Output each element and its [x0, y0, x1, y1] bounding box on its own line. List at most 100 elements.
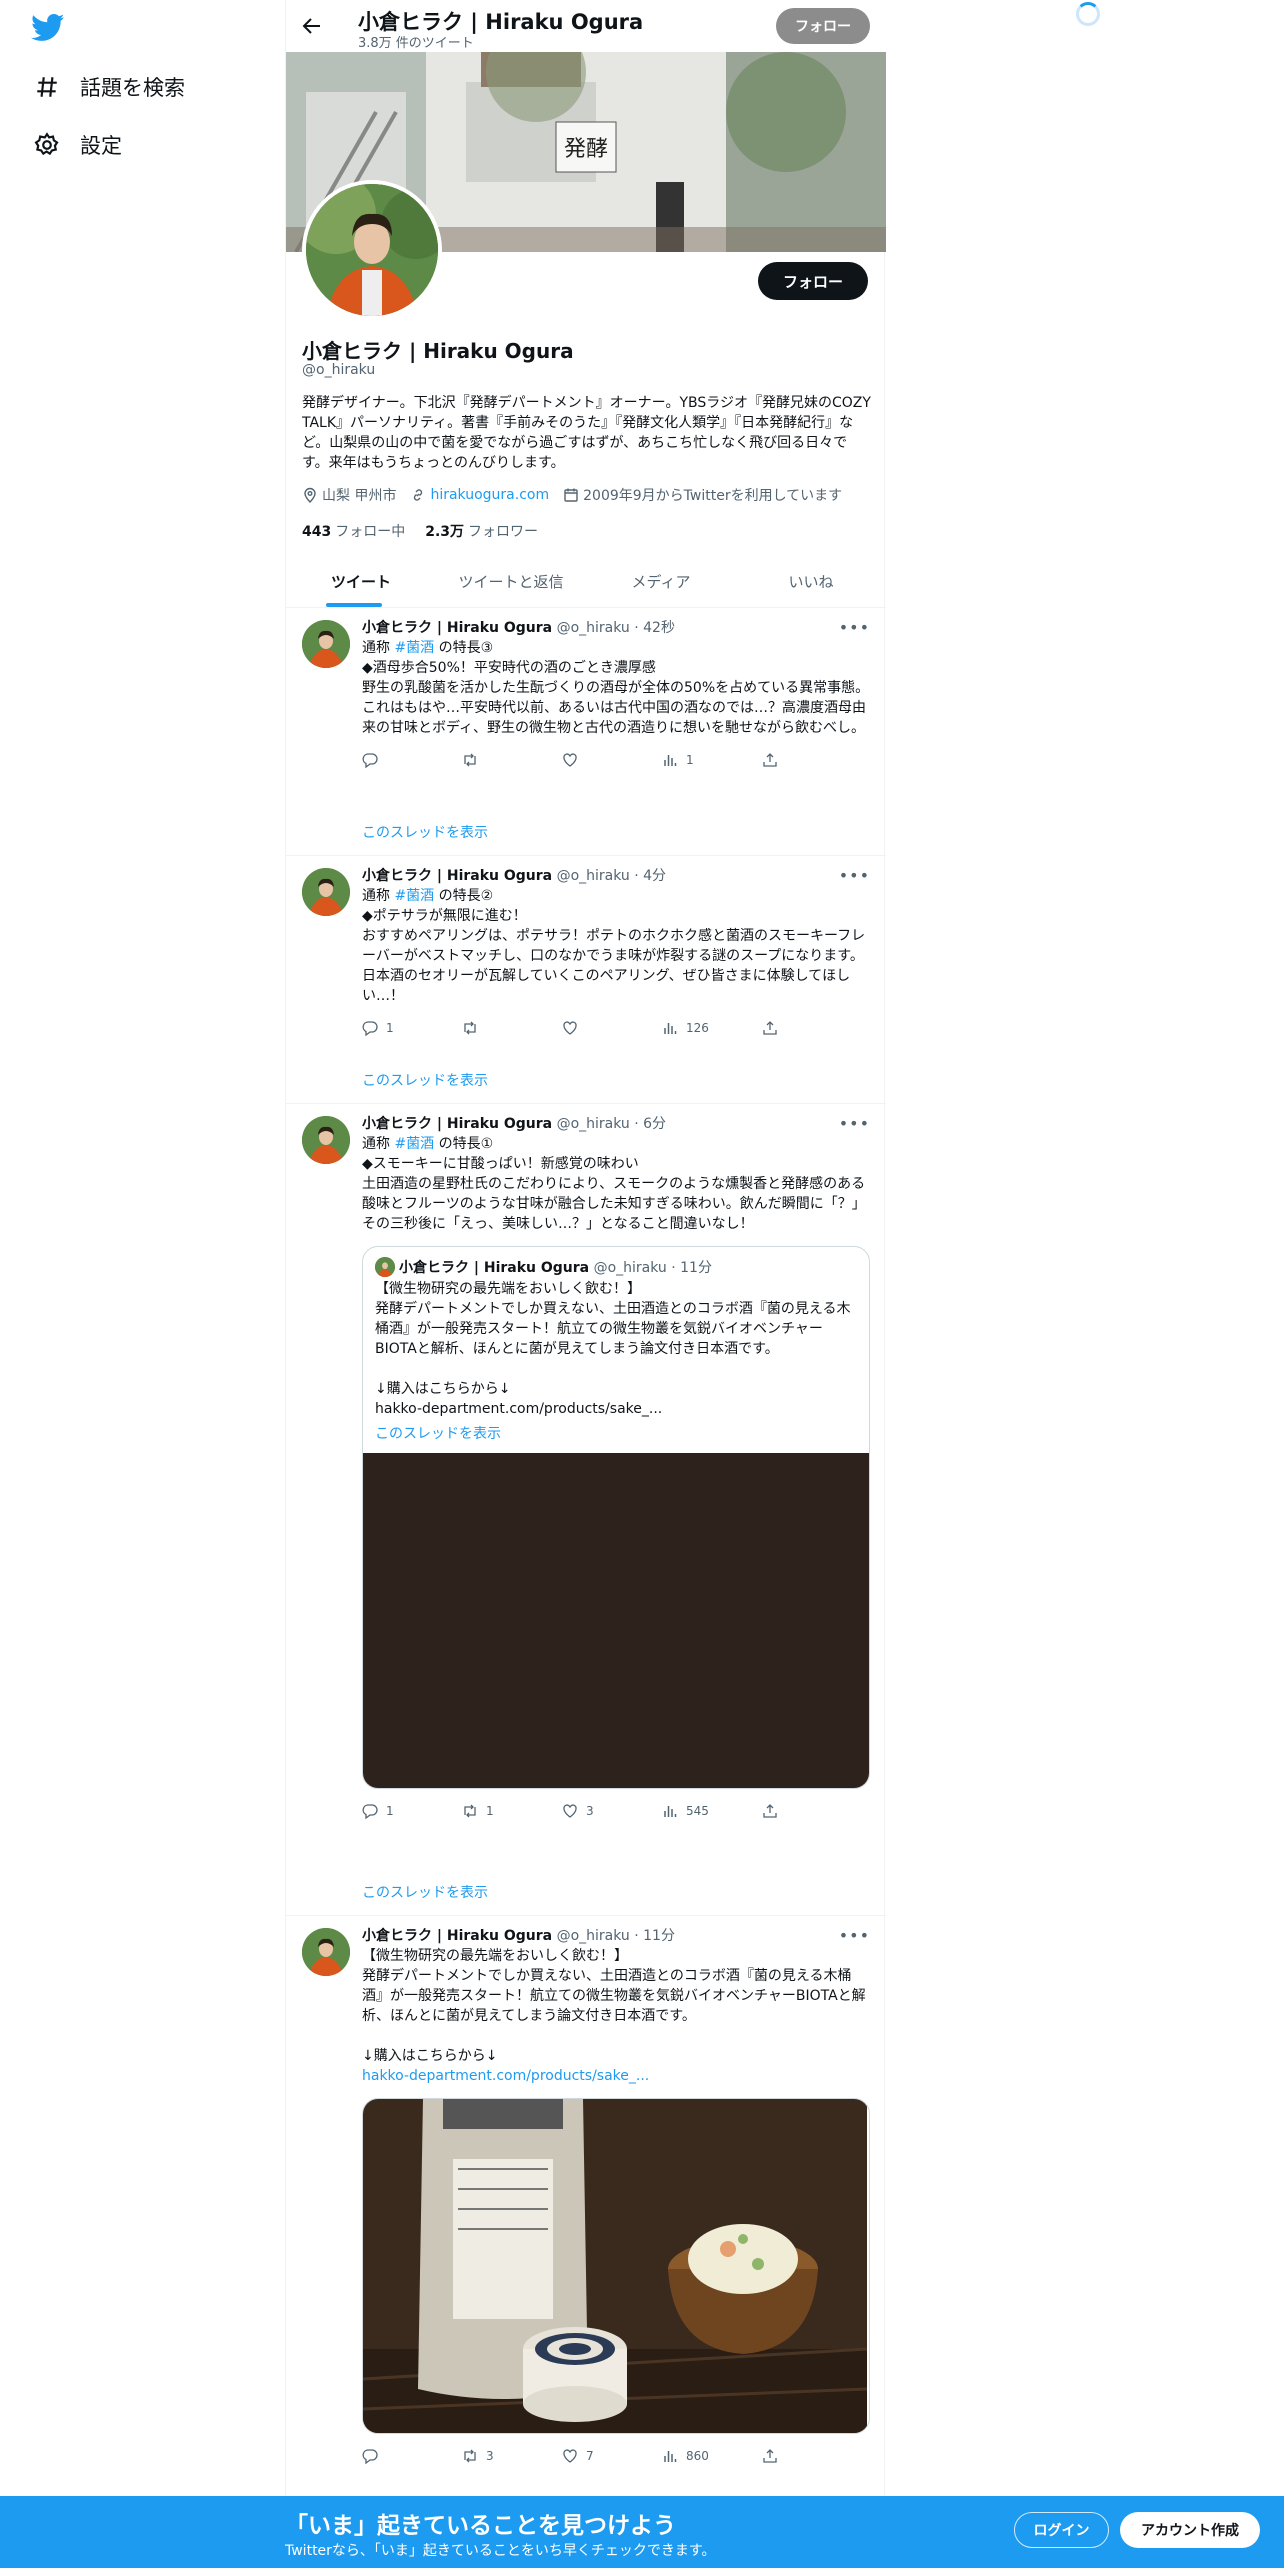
views-button[interactable]: 1: [662, 752, 762, 768]
views-count: 545: [686, 1804, 709, 1818]
profile-location: 山梨 甲州市: [322, 488, 397, 504]
show-thread-link[interactable]: このスレッドを表示: [362, 1070, 488, 1090]
tweet-avatar[interactable]: [302, 868, 350, 916]
follow-button[interactable]: フォロー: [758, 262, 868, 300]
like-button[interactable]: [562, 1020, 662, 1036]
views-button[interactable]: 126: [662, 1020, 762, 1036]
main-column: 小倉ヒラク | Hiraku Ogura 3.8万 件のツイート フォロー 発酵: [285, 0, 886, 2568]
share-button[interactable]: [762, 752, 862, 768]
sidebar-item-label: 設定: [80, 134, 122, 158]
tweet-avatar[interactable]: [302, 620, 350, 668]
tab-media[interactable]: メディア: [586, 555, 736, 607]
website-item: hirakuogura.com: [410, 487, 549, 503]
followers-stat[interactable]: 2.3万 フォロワー: [425, 521, 538, 541]
tweet-author-name[interactable]: 小倉ヒラク | Hiraku Ogura: [362, 620, 552, 636]
tweet[interactable]: ••• 小倉ヒラク | Hiraku Ogura @o_hiraku · 6分 …: [286, 1104, 886, 1916]
reply-icon: [362, 2449, 378, 2464]
tab-tweets-and-replies[interactable]: ツイートと返信: [436, 555, 586, 607]
reply-button[interactable]: [362, 2448, 462, 2464]
profile-avatar[interactable]: [302, 180, 442, 320]
views-chart-icon: [664, 1806, 677, 1817]
tweet-text-suffix: の特長③: [434, 640, 494, 656]
tab-tweets[interactable]: ツイート: [286, 555, 436, 607]
like-button[interactable]: 7: [562, 2448, 662, 2464]
tweet-text-suffix: の特長②: [434, 888, 494, 904]
heart-icon: [563, 2449, 577, 2463]
tweet-actions: 3 7 860: [362, 2446, 870, 2466]
following-stat[interactable]: 443 フォロー中: [302, 521, 405, 541]
tweet-author-name[interactable]: 小倉ヒラク | Hiraku Ogura: [362, 1928, 552, 1944]
gear-icon: [34, 132, 59, 156]
tweet-text: ◆ポテサラが無限に進む！ おすすめペアリングは、ポテサラ！ポテトのホクホク感と菌…: [362, 908, 866, 1004]
quoted-media-image[interactable]: [363, 1453, 869, 1788]
sake-and-potato-salad-image: [363, 2099, 868, 2433]
views-count: 1: [686, 753, 694, 767]
retweet-icon: [464, 1021, 476, 1035]
reply-button[interactable]: 1: [362, 1020, 462, 1036]
like-button[interactable]: [562, 752, 662, 768]
hashtag-link[interactable]: #菌酒: [394, 640, 434, 656]
share-button[interactable]: [762, 2448, 862, 2464]
like-button[interactable]: 3: [562, 1803, 662, 1819]
signup-banner-subtitle: Twitterなら、「いま」起きていることをいち早くチェックできます。: [285, 2543, 716, 2559]
share-button[interactable]: [762, 1020, 862, 1036]
tweet-text-prefix: 通称: [362, 888, 395, 904]
back-arrow-icon[interactable]: [300, 14, 324, 38]
retweet-button[interactable]: [462, 1020, 562, 1036]
tweet[interactable]: ••• 小倉ヒラク | Hiraku Ogura @o_hiraku · 42秒…: [286, 608, 886, 856]
tab-likes[interactable]: いいね: [736, 555, 886, 607]
reply-button[interactable]: 1: [362, 1803, 462, 1819]
twitter-logo-icon[interactable]: [31, 14, 65, 42]
tweet-photo[interactable]: [362, 2098, 870, 2434]
hashtag-icon: [37, 77, 57, 97]
reply-count: 1: [386, 1804, 394, 1818]
profile-url-link[interactable]: hirakuogura.com: [430, 487, 549, 503]
tweet-author-name[interactable]: 小倉ヒラク | Hiraku Ogura: [362, 868, 552, 884]
views-count: 860: [686, 2449, 709, 2463]
reply-count: 1: [386, 1021, 394, 1035]
like-count: 3: [586, 1804, 594, 1818]
header-tweet-count: 3.8万 件のツイート: [358, 36, 474, 51]
link-icon: [414, 489, 423, 501]
hashtag-link[interactable]: #菌酒: [394, 888, 434, 904]
sidebar-item-settings[interactable]: 設定: [34, 125, 122, 165]
tweet[interactable]: ••• 小倉ヒラク | Hiraku Ogura @o_hiraku · 4分 …: [286, 856, 886, 1104]
hashtag-link[interactable]: #菌酒: [394, 1136, 434, 1152]
tweet-url-link[interactable]: hakko-department.com/products/sake_...: [362, 2066, 870, 2086]
quoted-tweet[interactable]: 小倉ヒラク | Hiraku Ogura @o_hiraku · 11分 【微生…: [362, 1246, 870, 1789]
login-button[interactable]: ログイン: [1014, 2512, 1109, 2548]
tweet-author-name[interactable]: 小倉ヒラク | Hiraku Ogura: [362, 1116, 552, 1132]
quoted-text: 【微生物研究の最先端をおいしく飲む！】 発酵デパートメントでしか買えない、土田酒…: [375, 1281, 851, 1417]
tweet-avatar[interactable]: [302, 1928, 350, 1976]
retweet-button[interactable]: 1: [462, 1803, 562, 1819]
tweet-text-suffix: の特長①: [434, 1136, 494, 1152]
share-icon: [763, 1804, 777, 1818]
quoted-show-thread-link[interactable]: このスレッドを表示: [363, 1419, 869, 1453]
location-pin-icon: [304, 487, 316, 503]
followers-label: フォロワー: [468, 524, 539, 540]
tweet[interactable]: ••• 小倉ヒラク | Hiraku Ogura @o_hiraku · 11分…: [286, 1916, 886, 2496]
signup-banner: 「いま」起きていることを見つけよう Twitterなら、「いま」起きていることを…: [0, 2496, 1284, 2568]
views-button[interactable]: 860: [662, 2448, 762, 2464]
retweet-button[interactable]: [462, 752, 562, 768]
profile-joined: 2009年9月からTwitterを利用しています: [583, 488, 843, 504]
retweet-button[interactable]: 3: [462, 2448, 562, 2464]
quoted-meta: @o_hiraku · 11分: [593, 1260, 712, 1276]
profile-bio: 発酵デザイナー。下北沢『発酵デパートメント』オーナー。YBSラジオ『発酵兄妹のC…: [302, 395, 871, 471]
share-icon: [763, 753, 777, 767]
reply-button[interactable]: [362, 752, 462, 768]
joined-item: 2009年9月からTwitterを利用しています: [563, 485, 842, 505]
sidebar-item-explore[interactable]: 話題を検索: [34, 67, 185, 107]
show-thread-link[interactable]: このスレッドを表示: [362, 822, 488, 842]
views-button[interactable]: 545: [662, 1803, 762, 1819]
show-thread-link[interactable]: このスレッドを表示: [362, 1882, 488, 1902]
share-button[interactable]: [762, 1803, 862, 1819]
tweet-avatar[interactable]: [302, 1116, 350, 1164]
views-chart-icon: [664, 755, 677, 766]
header-follow-button[interactable]: フォロー: [776, 8, 870, 44]
tweet-actions: 1: [362, 750, 870, 770]
tweet-text-prefix: 通称: [362, 1136, 395, 1152]
banner-shop-sign: 発酵: [564, 137, 608, 162]
following-label: フォロー中: [335, 524, 406, 540]
signup-button[interactable]: アカウント作成: [1120, 2512, 1260, 2548]
